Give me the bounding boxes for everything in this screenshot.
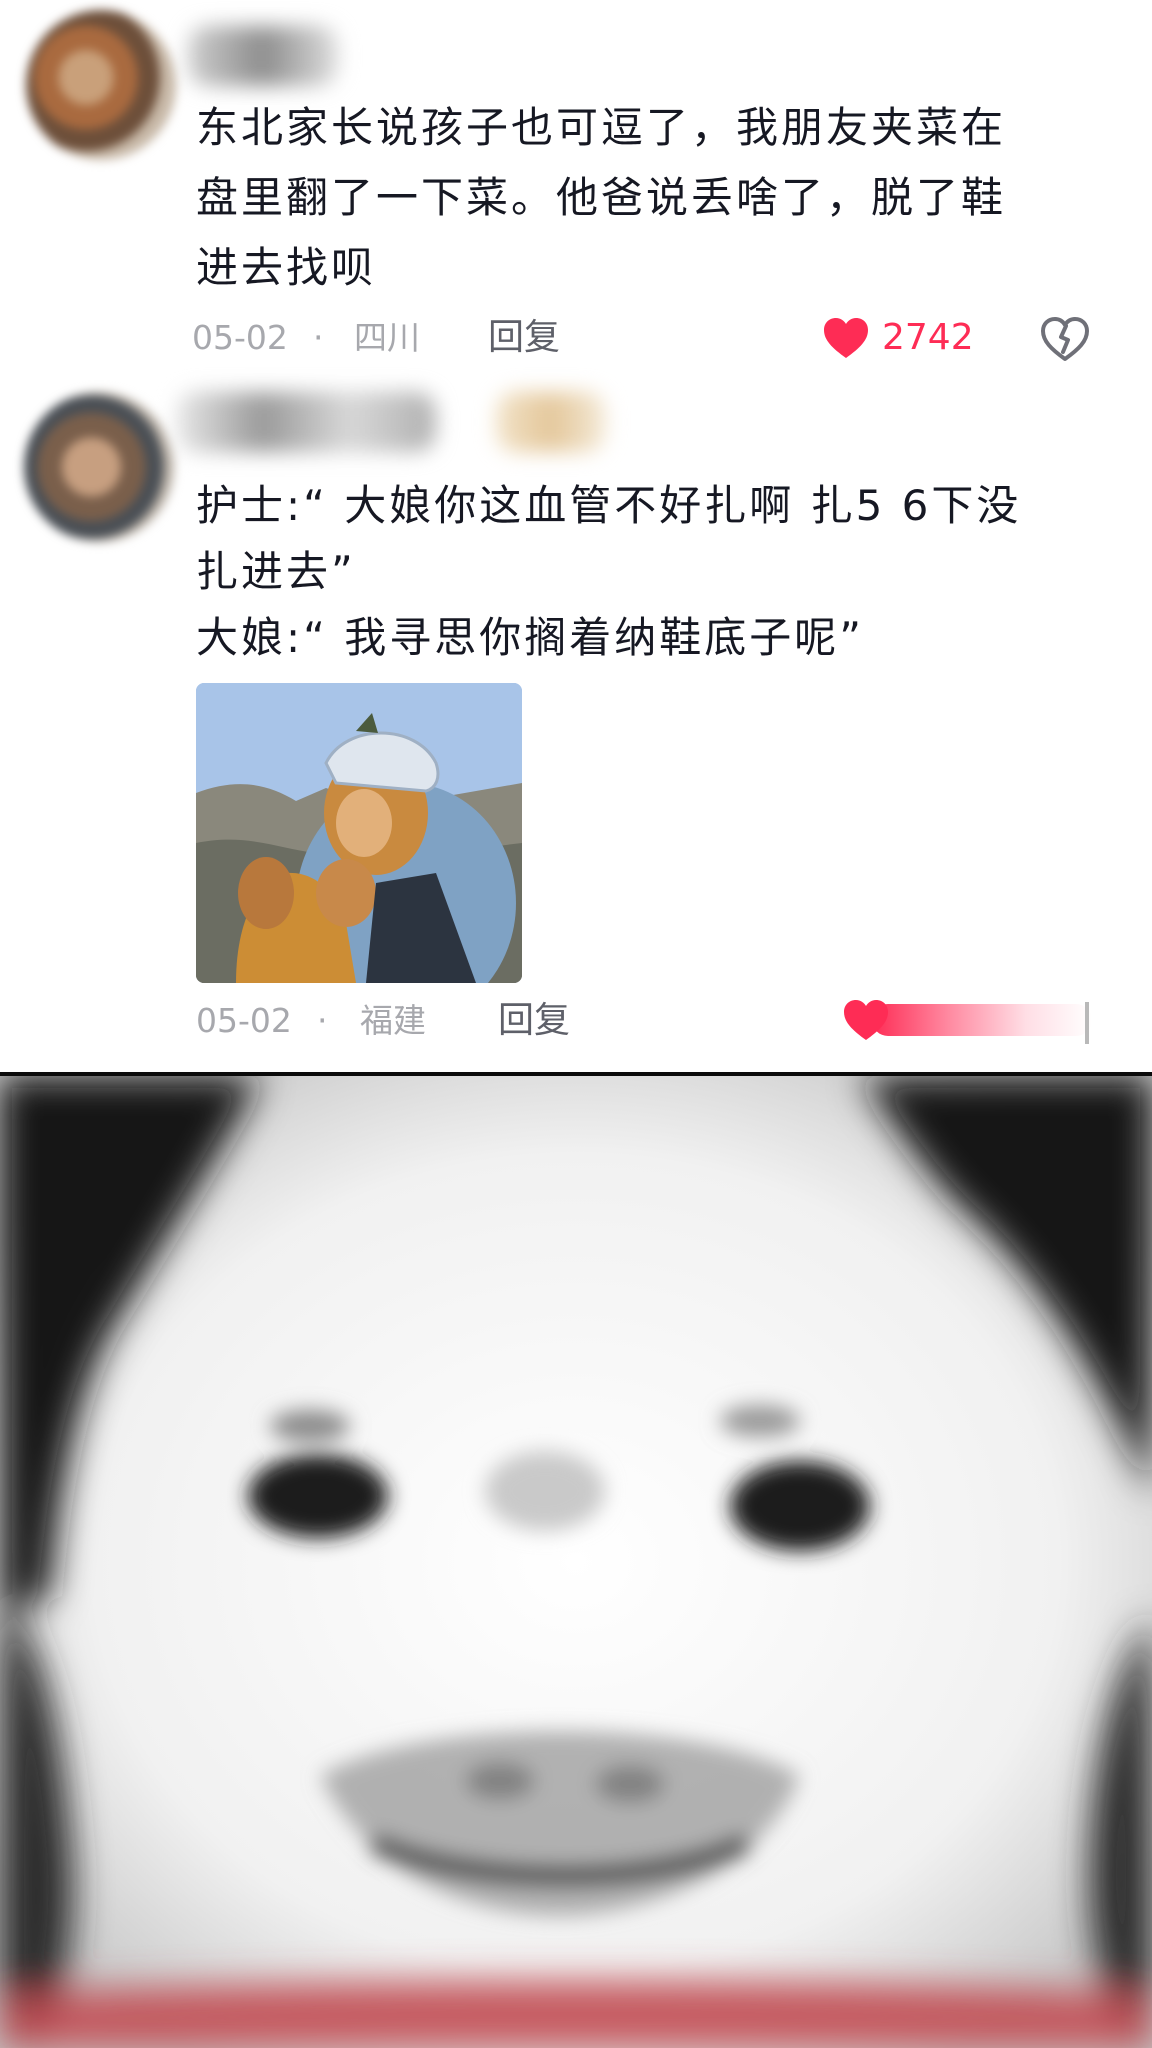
comment-text-line: 进去找呗 [196,243,377,292]
like-bar-divider [1085,1002,1089,1044]
meta-separator: · [313,318,324,357]
panda-meme-image [0,1076,1152,2048]
comment-text-line: 盘里翻了一下菜。他爸说丢啥了，脱了鞋 [196,173,1007,222]
avatar[interactable] [24,392,174,542]
panda-face-picture [0,1076,1152,2048]
dislike-icon[interactable] [1040,316,1090,362]
comment-location: 四川 [354,318,420,357]
comment-text-line: 东北家长说孩子也可逗了，我朋友夹菜在 [196,103,1007,152]
comment-date: 05-02 [196,1001,292,1040]
comment-location: 福建 [360,1001,426,1040]
heart-icon[interactable] [842,998,890,1042]
monkey-king-picture [196,683,522,983]
comment-screenshot: 东北家长说孩子也可逗了，我朋友夹菜在 盘里翻了一下菜。他爸说丢啥了，脱了鞋 进去… [0,0,1152,1072]
reply-button[interactable]: 回复 [498,1001,570,1041]
comment-text-line: 大娘:“ 我寻思你搁着纳鞋底子呢” [196,613,865,662]
meta-separator: · [317,1001,328,1040]
like-count: 2742 [882,317,974,358]
blurred-username-badge [496,392,606,452]
comment-image[interactable] [196,683,522,983]
blurred-username [188,26,338,86]
comment-text-line: 护士:“ 大娘你这血管不好扎啊 扎5 6下没 [196,481,1022,530]
heart-icon[interactable] [822,316,870,360]
blurred-username [176,392,436,452]
comment-date: 05-02 [192,318,288,357]
comment-text-line: 扎进去” [196,547,356,596]
like-progress-bar [872,1004,1092,1036]
comment-item: 东北家长说孩子也可逗了，我朋友夹菜在 盘里翻了一下菜。他爸说丢啥了，脱了鞋 进去… [0,0,1152,380]
reply-button[interactable]: 回复 [488,318,560,358]
avatar[interactable] [26,10,176,160]
